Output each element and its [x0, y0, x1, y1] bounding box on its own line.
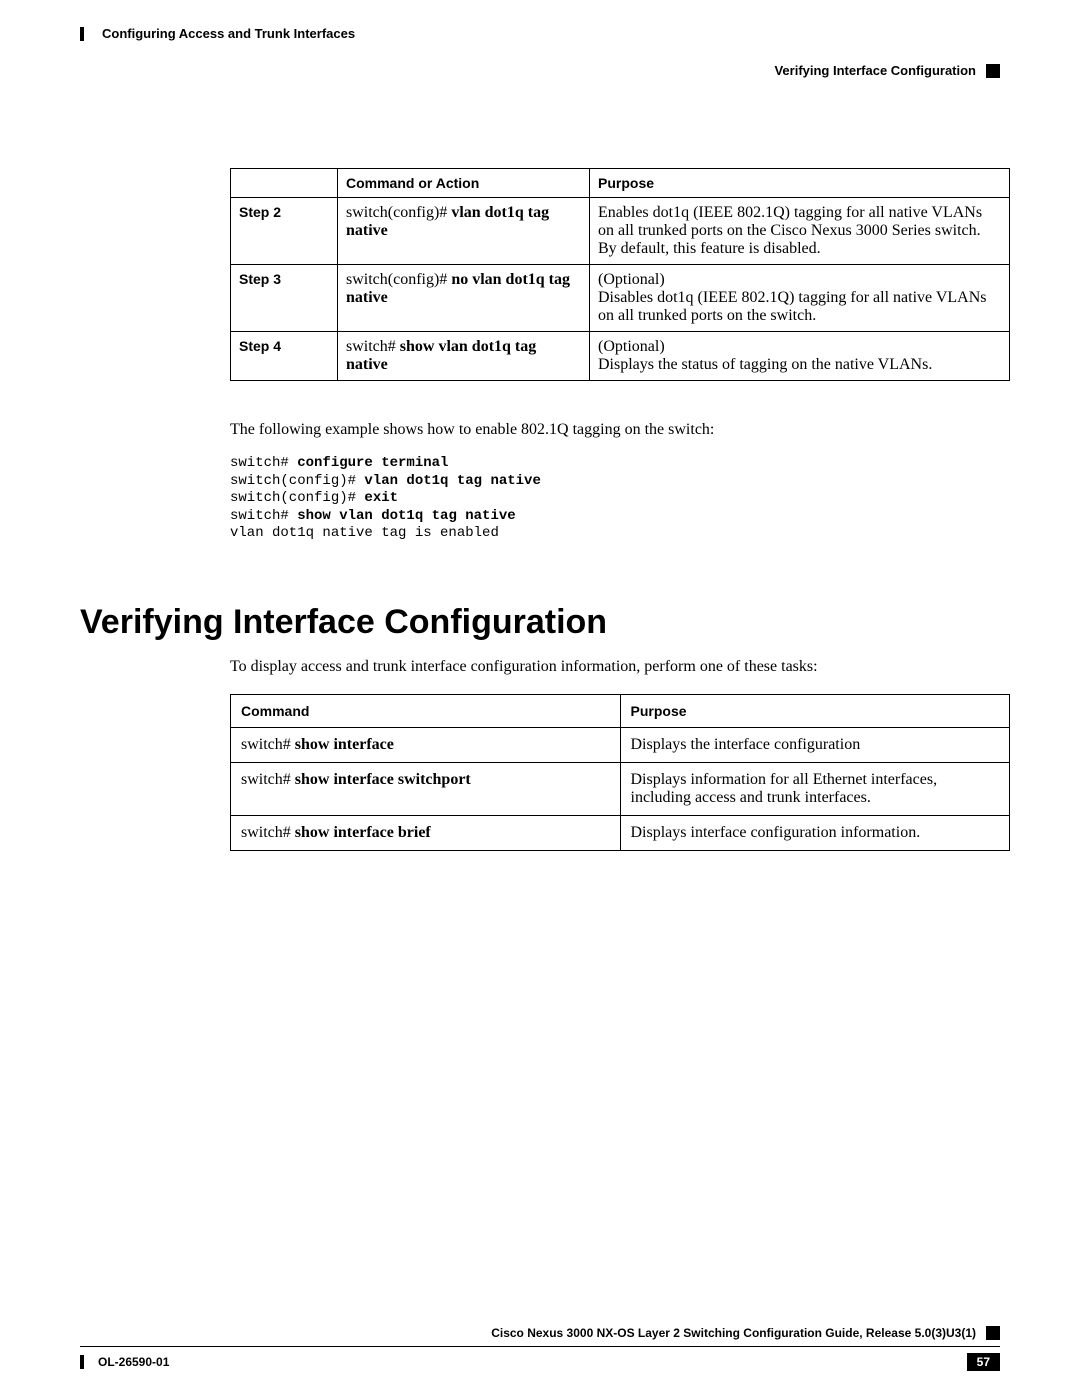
page-number: 57: [967, 1353, 1000, 1371]
step-label: Step 4: [231, 332, 338, 381]
command-cell: switch# show interface: [231, 727, 621, 762]
command-cell: switch# show interface switchport: [231, 762, 621, 815]
footer-marker-icon: [986, 1326, 1000, 1340]
purpose-cell: Displays information for all Ethernet in…: [620, 762, 1010, 815]
header-bar-icon: [80, 27, 84, 41]
table-row: switch# show interface switchport Displa…: [231, 762, 1010, 815]
steps-table: Command or Action Purpose Step 2 switch(…: [230, 168, 1010, 381]
step-label: Step 2: [231, 198, 338, 265]
step-label: Step 3: [231, 265, 338, 332]
example-intro: The following example shows how to enabl…: [230, 421, 1000, 439]
chapter-title: Configuring Access and Trunk Interfaces: [102, 26, 355, 41]
col-step: [231, 169, 338, 198]
step-command: switch(config)# no vlan dot1q tag native: [338, 265, 590, 332]
col-purpose: Purpose: [590, 169, 1010, 198]
table-row: Step 2 switch(config)# vlan dot1q tag na…: [231, 198, 1010, 265]
table-header-row: Command Purpose: [231, 694, 1010, 727]
cli-example: switch# configure terminal switch(config…: [230, 455, 1000, 543]
col-command: Command or Action: [338, 169, 590, 198]
step-command: switch# show vlan dot1q tag native: [338, 332, 590, 381]
step-purpose: Enables dot1q (IEEE 802.1Q) tagging for …: [590, 198, 1010, 265]
table-row: switch# show interface brief Displays in…: [231, 815, 1010, 850]
step-purpose: (Optional) Displays the status of taggin…: [590, 332, 1010, 381]
purpose-cell: Displays the interface configuration: [620, 727, 1010, 762]
section-intro: To display access and trunk interface co…: [230, 658, 1000, 676]
footer-bar-icon: [80, 1355, 84, 1369]
step-command: switch(config)# vlan dot1q tag native: [338, 198, 590, 265]
table-row: Step 3 switch(config)# no vlan dot1q tag…: [231, 265, 1010, 332]
command-cell: switch# show interface brief: [231, 815, 621, 850]
doc-number: OL-26590-01: [98, 1355, 169, 1369]
step-purpose: (Optional) Disables dot1q (IEEE 802.1Q) …: [590, 265, 1010, 332]
header-marker-icon: [986, 64, 1000, 78]
table-row: switch# show interface Displays the inte…: [231, 727, 1010, 762]
page-footer: Cisco Nexus 3000 NX-OS Layer 2 Switching…: [0, 1326, 1080, 1371]
col-purpose: Purpose: [620, 694, 1010, 727]
purpose-cell: Displays interface configuration informa…: [620, 815, 1010, 850]
guide-title: Cisco Nexus 3000 NX-OS Layer 2 Switching…: [491, 1326, 976, 1340]
section-heading: Verifying Interface Configuration: [80, 603, 1000, 642]
table-header-row: Command or Action Purpose: [231, 169, 1010, 198]
page-header: Configuring Access and Trunk Interfaces: [0, 0, 1080, 45]
col-command: Command: [231, 694, 621, 727]
commands-table: Command Purpose switch# show interface D…: [230, 694, 1010, 851]
section-title: Verifying Interface Configuration: [774, 63, 976, 78]
table-row: Step 4 switch# show vlan dot1q tag nativ…: [231, 332, 1010, 381]
